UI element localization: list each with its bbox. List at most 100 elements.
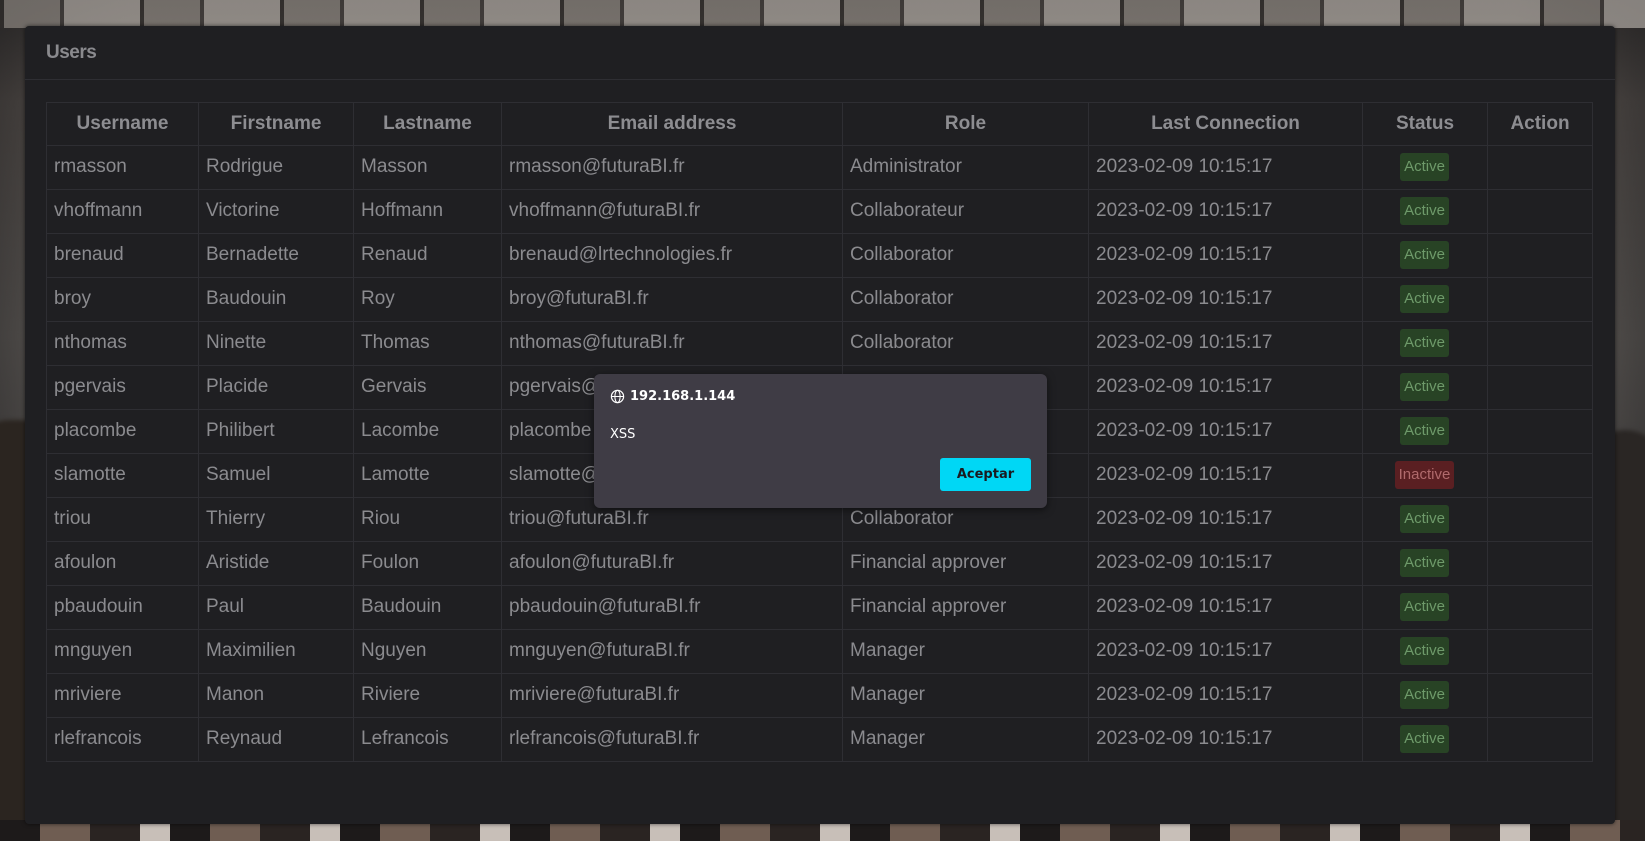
cell-lastname: Masson bbox=[353, 145, 502, 190]
cell-role: Collaborator bbox=[842, 321, 1089, 366]
cell-username: vhoffmann bbox=[46, 189, 199, 234]
cell-action[interactable] bbox=[1487, 321, 1593, 366]
cell-last-connection: 2023-02-09 10:15:17 bbox=[1088, 145, 1363, 190]
dialog-origin: 192.168.1.144 bbox=[610, 389, 735, 404]
cell-firstname: Manon bbox=[198, 673, 354, 718]
status-badge: Active bbox=[1400, 505, 1449, 533]
cell-status: Active bbox=[1362, 365, 1488, 410]
status-badge: Active bbox=[1400, 681, 1449, 709]
cell-firstname: Bernadette bbox=[198, 233, 354, 278]
cell-lastname: Roy bbox=[353, 277, 502, 322]
table-row: rlefrancois Reynaud Lefrancois rlefrancois@… bbox=[46, 717, 1593, 762]
cell-firstname: Thierry bbox=[198, 497, 354, 542]
accept-button[interactable]: Aceptar bbox=[940, 458, 1031, 491]
cell-username: slamotte bbox=[46, 453, 199, 498]
cell-username: mriviere bbox=[46, 673, 199, 718]
cell-action[interactable] bbox=[1487, 585, 1593, 630]
cell-firstname: Reynaud bbox=[198, 717, 354, 762]
cell-action[interactable] bbox=[1487, 453, 1593, 498]
cell-lastname: Lamotte bbox=[353, 453, 502, 498]
cell-username: triou bbox=[46, 497, 199, 542]
cell-email: nthomas@futuraBI.fr bbox=[501, 321, 843, 366]
cell-lastname: Renaud bbox=[353, 233, 502, 278]
cell-firstname: Placide bbox=[198, 365, 354, 410]
column-header-status[interactable]: Status bbox=[1362, 102, 1488, 146]
status-badge: Active bbox=[1400, 153, 1449, 181]
background-photo-top bbox=[0, 0, 1645, 28]
cell-status: Active bbox=[1362, 409, 1488, 454]
cell-status: Active bbox=[1362, 585, 1488, 630]
cell-email: mriviere@futuraBI.fr bbox=[501, 673, 843, 718]
cell-email: rlefrancois@futuraBI.fr bbox=[501, 717, 843, 762]
column-header-action[interactable]: Action bbox=[1487, 102, 1593, 146]
cell-firstname: Rodrigue bbox=[198, 145, 354, 190]
status-badge: Active bbox=[1400, 329, 1449, 357]
cell-last-connection: 2023-02-09 10:15:17 bbox=[1088, 233, 1363, 278]
cell-status: Active bbox=[1362, 233, 1488, 278]
status-badge: Active bbox=[1400, 593, 1449, 621]
status-badge: Active bbox=[1400, 549, 1449, 577]
cell-lastname: Hoffmann bbox=[353, 189, 502, 234]
dialog-message: XSS bbox=[610, 427, 636, 442]
cell-role: Administrator bbox=[842, 145, 1089, 190]
cell-lastname: Foulon bbox=[353, 541, 502, 586]
cell-action[interactable] bbox=[1487, 717, 1593, 762]
column-header-email[interactable]: Email address bbox=[501, 102, 843, 146]
cell-action[interactable] bbox=[1487, 541, 1593, 586]
cell-last-connection: 2023-02-09 10:15:17 bbox=[1088, 453, 1363, 498]
status-badge: Active bbox=[1400, 285, 1449, 313]
cell-action[interactable] bbox=[1487, 497, 1593, 542]
cell-lastname: Lefrancois bbox=[353, 717, 502, 762]
cell-firstname: Samuel bbox=[198, 453, 354, 498]
cell-lastname: Riviere bbox=[353, 673, 502, 718]
column-header-username[interactable]: Username bbox=[46, 102, 199, 146]
cell-username: pgervais bbox=[46, 365, 199, 410]
cell-action[interactable] bbox=[1487, 189, 1593, 234]
cell-action[interactable] bbox=[1487, 673, 1593, 718]
cell-action[interactable] bbox=[1487, 409, 1593, 454]
cell-email: rmasson@futuraBI.fr bbox=[501, 145, 843, 190]
cell-firstname: Victorine bbox=[198, 189, 354, 234]
column-header-firstname[interactable]: Firstname bbox=[198, 102, 354, 146]
cell-username: mnguyen bbox=[46, 629, 199, 674]
cell-role: Financial approver bbox=[842, 541, 1089, 586]
cell-firstname: Baudouin bbox=[198, 277, 354, 322]
column-header-role[interactable]: Role bbox=[842, 102, 1089, 146]
cell-username: nthomas bbox=[46, 321, 199, 366]
table-row: mriviere Manon Riviere mriviere@futuraBI.fr… bbox=[46, 673, 1593, 718]
cell-action[interactable] bbox=[1487, 365, 1593, 410]
cell-action[interactable] bbox=[1487, 277, 1593, 322]
cell-role: Financial approver bbox=[842, 585, 1089, 630]
cell-email: pbaudouin@futuraBI.fr bbox=[501, 585, 843, 630]
cell-role: Manager bbox=[842, 673, 1089, 718]
column-header-last-connection[interactable]: Last Connection bbox=[1088, 102, 1363, 146]
cell-lastname: Thomas bbox=[353, 321, 502, 366]
table-row: afoulon Aristide Foulon afoulon@futuraBI.fr… bbox=[46, 541, 1593, 586]
table-header-row: Username Firstname Lastname Email addres… bbox=[46, 102, 1593, 146]
cell-status: Active bbox=[1362, 189, 1488, 234]
panel-header: Users bbox=[25, 26, 1615, 80]
cell-status: Inactive bbox=[1362, 453, 1488, 498]
table-row: mnguyen Maximilien Nguyen mnguyen@futuraBI.… bbox=[46, 629, 1593, 674]
cell-role: Manager bbox=[842, 717, 1089, 762]
table-row: broy Baudouin Roy broy@futuraBI.fr Collabora… bbox=[46, 277, 1593, 322]
cell-lastname: Lacombe bbox=[353, 409, 502, 454]
column-header-lastname[interactable]: Lastname bbox=[353, 102, 502, 146]
cell-role: Collaborator bbox=[842, 233, 1089, 278]
cell-status: Active bbox=[1362, 497, 1488, 542]
cell-action[interactable] bbox=[1487, 145, 1593, 190]
cell-role: Manager bbox=[842, 629, 1089, 674]
cell-email: mnguyen@futuraBI.fr bbox=[501, 629, 843, 674]
cell-action[interactable] bbox=[1487, 629, 1593, 674]
cell-username: placombe bbox=[46, 409, 199, 454]
cell-firstname: Paul bbox=[198, 585, 354, 630]
cell-last-connection: 2023-02-09 10:15:17 bbox=[1088, 409, 1363, 454]
cell-username: rlefrancois bbox=[46, 717, 199, 762]
cell-status: Active bbox=[1362, 145, 1488, 190]
cell-role: Collaborateur bbox=[842, 189, 1089, 234]
cell-username: brenaud bbox=[46, 233, 199, 278]
cell-action[interactable] bbox=[1487, 233, 1593, 278]
table-row: brenaud Bernadette Renaud brenaud@lrtechnol… bbox=[46, 233, 1593, 278]
status-badge: Active bbox=[1400, 725, 1449, 753]
cell-last-connection: 2023-02-09 10:15:17 bbox=[1088, 277, 1363, 322]
